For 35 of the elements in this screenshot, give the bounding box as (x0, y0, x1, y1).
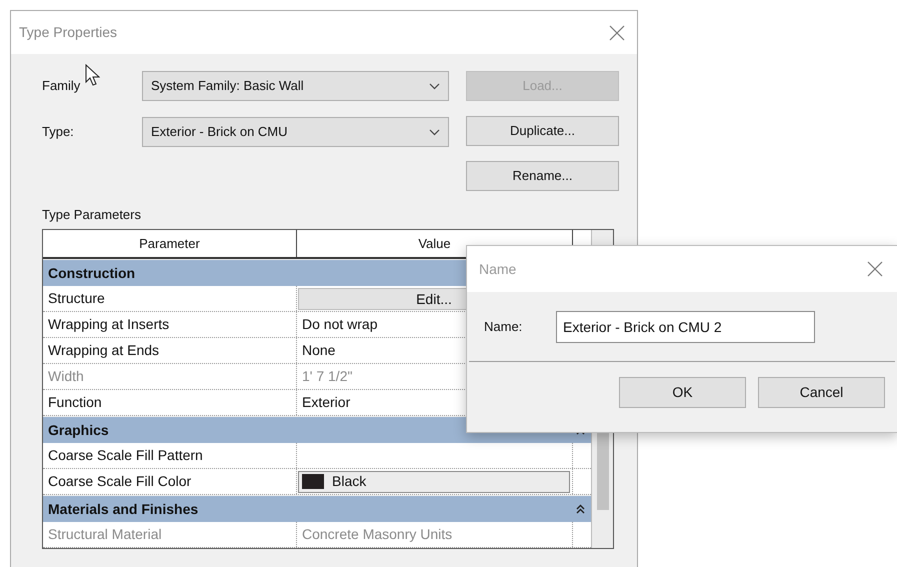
dropdown[interactable]: Exterior - Brick on CMU (142, 117, 449, 147)
chevron-down-icon (429, 128, 440, 136)
section-title: Type Parameters (42, 206, 142, 224)
name-field[interactable]: Exterior - Brick on CMU 2 (556, 310, 815, 342)
table-cell-text: Coarse Scale Fill Pattern (48, 446, 203, 465)
table-cell-text: 1' 7 1/2" (301, 367, 352, 386)
table-cell-text: Structural Material (48, 525, 162, 544)
close-icon[interactable] (609, 24, 625, 40)
collapse-icon[interactable] (576, 504, 585, 514)
field-label: Family (42, 77, 82, 96)
group-row[interactable]: Materials and Finishes (43, 496, 591, 522)
field-label: Name: (484, 318, 524, 336)
table-cell-text: Concrete Masonry Units (301, 525, 452, 544)
table-cell-text: Wrapping at Ends (48, 341, 160, 360)
table-cell-text: Do not wrap (301, 315, 378, 334)
table-cell-text: Structure (48, 289, 105, 308)
window-title: Name (479, 260, 516, 278)
dialog-button[interactable]: Cancel (758, 377, 885, 408)
close-icon[interactable] (867, 261, 883, 277)
table-cell-text: Coarse Scale Fill Color (48, 472, 192, 491)
chevron-down-icon (429, 82, 440, 90)
dialog-button[interactable]: OK (619, 377, 746, 408)
table-cell-text: Wrapping at Inserts (48, 315, 170, 334)
dialog-button[interactable]: Duplicate... (466, 116, 619, 146)
table-cell-text: Exterior (301, 393, 350, 412)
dropdown[interactable]: System Family: Basic Wall (142, 71, 449, 101)
table-cell-text: Width (48, 367, 84, 386)
table-cell-text: Function (48, 393, 102, 412)
table-cell-text: None (301, 341, 336, 360)
color-button[interactable]: Black (298, 470, 570, 492)
mouse-pointer-icon (85, 64, 100, 86)
dialog-button[interactable]: Rename... (466, 161, 619, 191)
window-title: Type Properties (19, 23, 118, 42)
field-label: Type: (42, 123, 75, 142)
column-header: Parameter (43, 230, 297, 257)
